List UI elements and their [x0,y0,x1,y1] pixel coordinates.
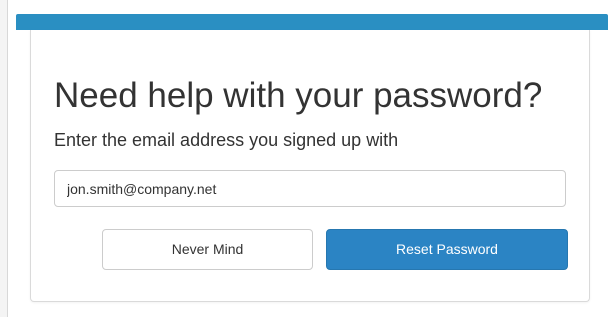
never-mind-button[interactable]: Never Mind [102,229,313,270]
reset-password-button[interactable]: Reset Password [326,229,568,270]
card-header-accent-bar [16,14,608,30]
email-field[interactable] [54,170,566,207]
page-title: Need help with your password? [54,76,543,115]
form-instructions: Enter the email address you signed up wi… [54,130,399,150]
